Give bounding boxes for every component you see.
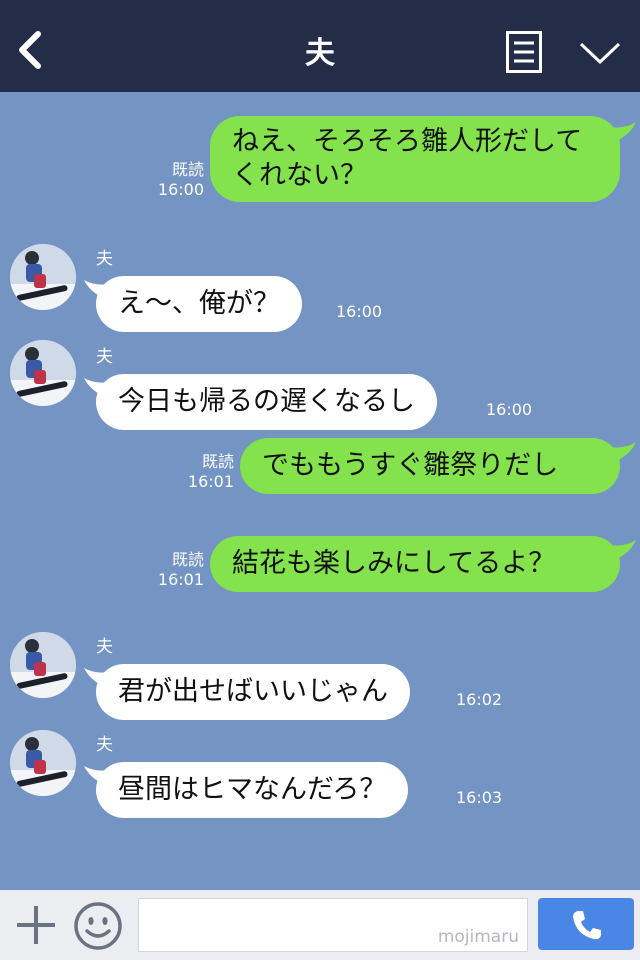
timestamp: 16:00 xyxy=(336,302,383,321)
menu-icon[interactable] xyxy=(506,31,542,73)
avatar[interactable] xyxy=(10,340,76,406)
watermark-text: mojimaru xyxy=(437,927,519,947)
timestamp: 16:01 xyxy=(187,472,234,491)
message-list: 既読 16:00 ねえ、そろそろ雛人形だしてくれない？ 夫 え〜、俺が？ 16:… xyxy=(0,92,640,890)
message-bubble[interactable]: ねえ、そろそろ雛人形だしてくれない？ xyxy=(210,116,620,202)
timestamp: 16:03 xyxy=(456,788,503,807)
message-bubble[interactable]: 昼間はヒマなんだろ？ xyxy=(96,762,409,818)
message-bubble[interactable]: え〜、俺が？ xyxy=(96,276,302,332)
timestamp: 16:02 xyxy=(456,690,503,709)
message-bubble[interactable]: 結花も楽しみにしてるよ？ xyxy=(210,536,620,592)
message-meta: 既読 16:01 xyxy=(180,452,234,492)
chevron-down-icon[interactable] xyxy=(578,40,622,68)
avatar-image xyxy=(10,340,76,406)
input-bar: mojimaru xyxy=(0,890,640,960)
avatar-image xyxy=(10,730,76,796)
message-bubble[interactable]: 今日も帰るの遅くなるし xyxy=(96,374,437,430)
sender-name: 夫 xyxy=(96,347,113,367)
plus-icon[interactable] xyxy=(14,900,58,948)
avatar[interactable] xyxy=(10,244,76,310)
message-meta: 既読 16:00 xyxy=(150,160,204,200)
avatar-image xyxy=(10,632,76,698)
smile-icon[interactable] xyxy=(72,900,124,952)
message-meta: 既読 16:01 xyxy=(150,550,204,590)
timestamp: 16:00 xyxy=(486,400,533,419)
read-receipt: 既読 xyxy=(201,452,234,471)
chat-header: 夫 xyxy=(0,0,640,92)
sender-name: 夫 xyxy=(96,637,113,657)
read-receipt: 既読 xyxy=(171,550,204,569)
timestamp: 16:00 xyxy=(157,180,204,199)
sender-name: 夫 xyxy=(96,735,113,755)
avatar[interactable] xyxy=(10,730,76,796)
call-button[interactable] xyxy=(538,898,634,950)
message-bubble[interactable]: 君が出せばいいじゃん xyxy=(96,664,410,720)
avatar[interactable] xyxy=(10,632,76,698)
chat-title: 夫 xyxy=(305,36,335,71)
read-receipt: 既読 xyxy=(171,160,204,179)
sender-name: 夫 xyxy=(96,249,113,269)
message-input[interactable]: mojimaru xyxy=(138,898,528,952)
phone-icon xyxy=(573,911,601,940)
avatar-image xyxy=(10,244,76,310)
message-bubble[interactable]: でももうすぐ雛祭りだし xyxy=(240,438,620,494)
timestamp: 16:01 xyxy=(157,570,204,589)
